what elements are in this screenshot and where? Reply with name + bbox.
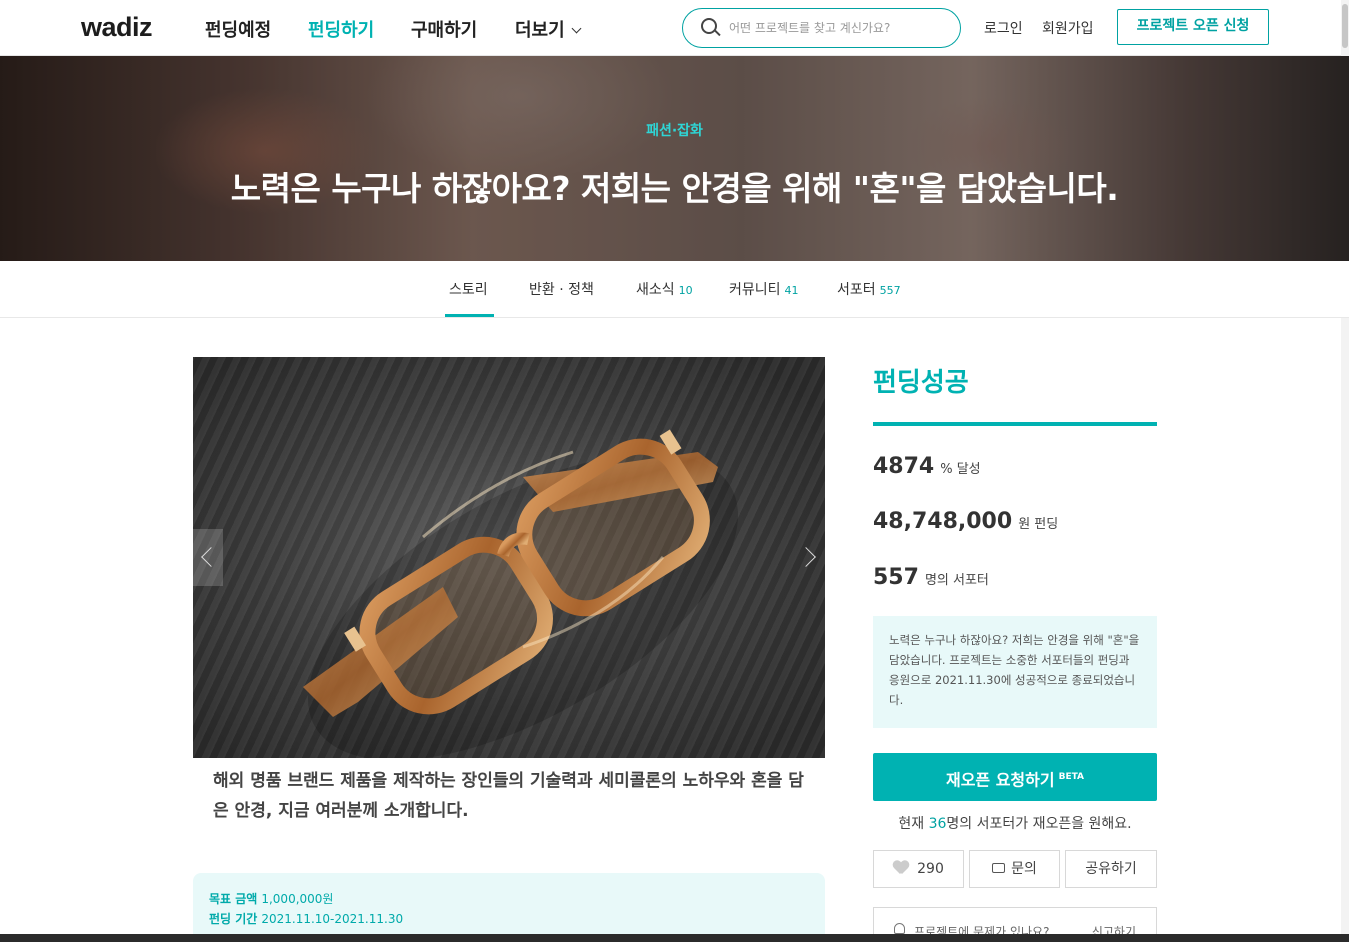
chevron-right-icon xyxy=(796,547,816,567)
tab-story-label: 스토리 xyxy=(449,282,488,298)
tab-supporters-label: 서포터 xyxy=(837,282,876,298)
reopen-prefix: 현재 xyxy=(898,816,929,832)
chevron-left-icon xyxy=(201,547,221,567)
project-tabs: 스토리 반환 · 정책 새소식 10 커뮤니티 41 서포터 557 xyxy=(0,261,1349,318)
open-project-button[interactable]: 프로젝트 오픈 신청 xyxy=(1117,9,1269,45)
beta-badge: BETA xyxy=(1058,772,1085,782)
reopen-suffix: 명의 서포터가 재오픈을 원해요. xyxy=(946,816,1132,832)
inquiry-label: 문의 xyxy=(1011,861,1037,877)
signup-link[interactable]: 회원가입 xyxy=(1042,18,1094,38)
chat-bubble-icon xyxy=(992,863,1006,873)
reopen-request-label: 재오픈 요청하기 xyxy=(945,770,1055,790)
wadiz-logo[interactable]: wadiz xyxy=(81,12,153,43)
tab-news-label: 새소식 xyxy=(636,282,675,298)
inquiry-button[interactable]: 문의 xyxy=(969,850,1060,888)
goal-amount-label: 목표 금액 xyxy=(209,892,258,906)
chevron-down-icon xyxy=(571,23,582,34)
gallery-prev-button[interactable] xyxy=(193,529,223,586)
bottom-bar xyxy=(0,934,1349,942)
funding-period-row: 펀딩 기간 2021.11.10-2021.11.30 xyxy=(209,909,809,929)
funded-amount-value: 48,748,000 xyxy=(873,509,1013,534)
active-tab-indicator xyxy=(445,314,494,317)
hero-banner: 패션·잡화 노력은 누구나 하잖아요? 저희는 안경을 위해 "혼"을 담았습니… xyxy=(0,56,1349,261)
login-link[interactable]: 로그인 xyxy=(984,18,1023,38)
product-image-gallery[interactable] xyxy=(193,357,825,758)
funded-amount-unit: 원 펀딩 xyxy=(1018,517,1059,532)
like-count: 290 xyxy=(917,861,944,877)
goal-amount-row: 목표 금액 1,000,000원 xyxy=(209,889,809,909)
nav-more-label: 더보기 xyxy=(515,20,565,41)
project-title: 노력은 누구나 하잖아요? 저희는 안경을 위해 "혼"을 담았습니다. xyxy=(230,169,1119,208)
tab-supporters[interactable]: 서포터 557 xyxy=(837,279,901,299)
status-divider xyxy=(873,422,1157,426)
tab-community-count: 41 xyxy=(784,284,799,297)
supporter-count-value: 557 xyxy=(873,565,919,590)
nav-item-more[interactable]: 더보기 xyxy=(515,16,582,42)
tab-news[interactable]: 새소식 10 xyxy=(636,279,693,299)
project-summary: 해외 명품 브랜드 제품을 제작하는 장인들의 기술력과 세미콜론의 노하우와 … xyxy=(213,771,804,821)
share-label: 공유하기 xyxy=(1085,861,1137,877)
nav-item-store[interactable]: 구매하기 xyxy=(411,16,477,42)
search-icon[interactable] xyxy=(701,18,717,34)
achievement-rate-value: 4874 xyxy=(873,454,935,479)
tab-news-count: 10 xyxy=(678,284,693,297)
achievement-rate: 4874 % 달성 xyxy=(873,454,981,479)
supporter-count-unit: 명의 서포터 xyxy=(924,573,989,588)
alert-bell-icon xyxy=(894,923,905,934)
search-input[interactable] xyxy=(729,18,949,38)
nav-item-funding[interactable]: 펀딩하기 xyxy=(308,16,374,42)
search-box[interactable] xyxy=(682,8,961,48)
scrollbar-thumb[interactable] xyxy=(1342,4,1348,48)
funding-goal-box: 목표 금액 1,000,000원 펀딩 기간 2021.11.10-2021.11.… xyxy=(193,873,825,942)
share-button[interactable]: 공유하기 xyxy=(1065,850,1157,888)
goal-amount-value: 1,000,000원 xyxy=(261,892,334,906)
gallery-next-button[interactable] xyxy=(795,529,825,586)
project-category[interactable]: 패션·잡화 xyxy=(0,120,1349,140)
glasses-product-image xyxy=(303,429,738,758)
nav-item-upcoming[interactable]: 펀딩예정 xyxy=(205,16,271,42)
funding-period-label: 펀딩 기간 xyxy=(209,912,258,926)
tab-policy-label: 반환 · 정책 xyxy=(529,282,594,298)
achievement-rate-unit: % 달성 xyxy=(940,462,981,477)
heart-icon xyxy=(893,861,909,875)
top-navigation: wadiz 펀딩예정 펀딩하기 구매하기 더보기 로그인 회원가입 프로젝트 오… xyxy=(0,0,1349,56)
reopen-request-button[interactable]: 재오픈 요청하기 BETA xyxy=(873,753,1157,801)
tab-supporters-count: 557 xyxy=(879,284,901,297)
tab-story[interactable]: 스토리 xyxy=(449,279,488,299)
tab-policy[interactable]: 반환 · 정책 xyxy=(529,279,594,299)
funding-ended-notice: 노력은 누구나 하잖아요? 저희는 안경을 위해 "혼"을 담았습니다. 프로젝… xyxy=(873,616,1157,728)
reopen-count-value: 36 xyxy=(928,816,947,832)
funded-amount: 48,748,000 원 펀딩 xyxy=(873,509,1058,534)
reopen-request-count: 현재 36명의 서포터가 재오픈을 원해요. xyxy=(873,813,1157,833)
like-button[interactable]: 290 xyxy=(873,850,964,888)
supporter-count: 557 명의 서포터 xyxy=(873,565,989,590)
tab-community-label: 커뮤니티 xyxy=(729,282,781,298)
tab-community[interactable]: 커뮤니티 41 xyxy=(729,279,799,299)
funding-period-value: 2021.11.10-2021.11.30 xyxy=(261,912,404,926)
funding-status: 펀딩성공 xyxy=(873,368,969,398)
